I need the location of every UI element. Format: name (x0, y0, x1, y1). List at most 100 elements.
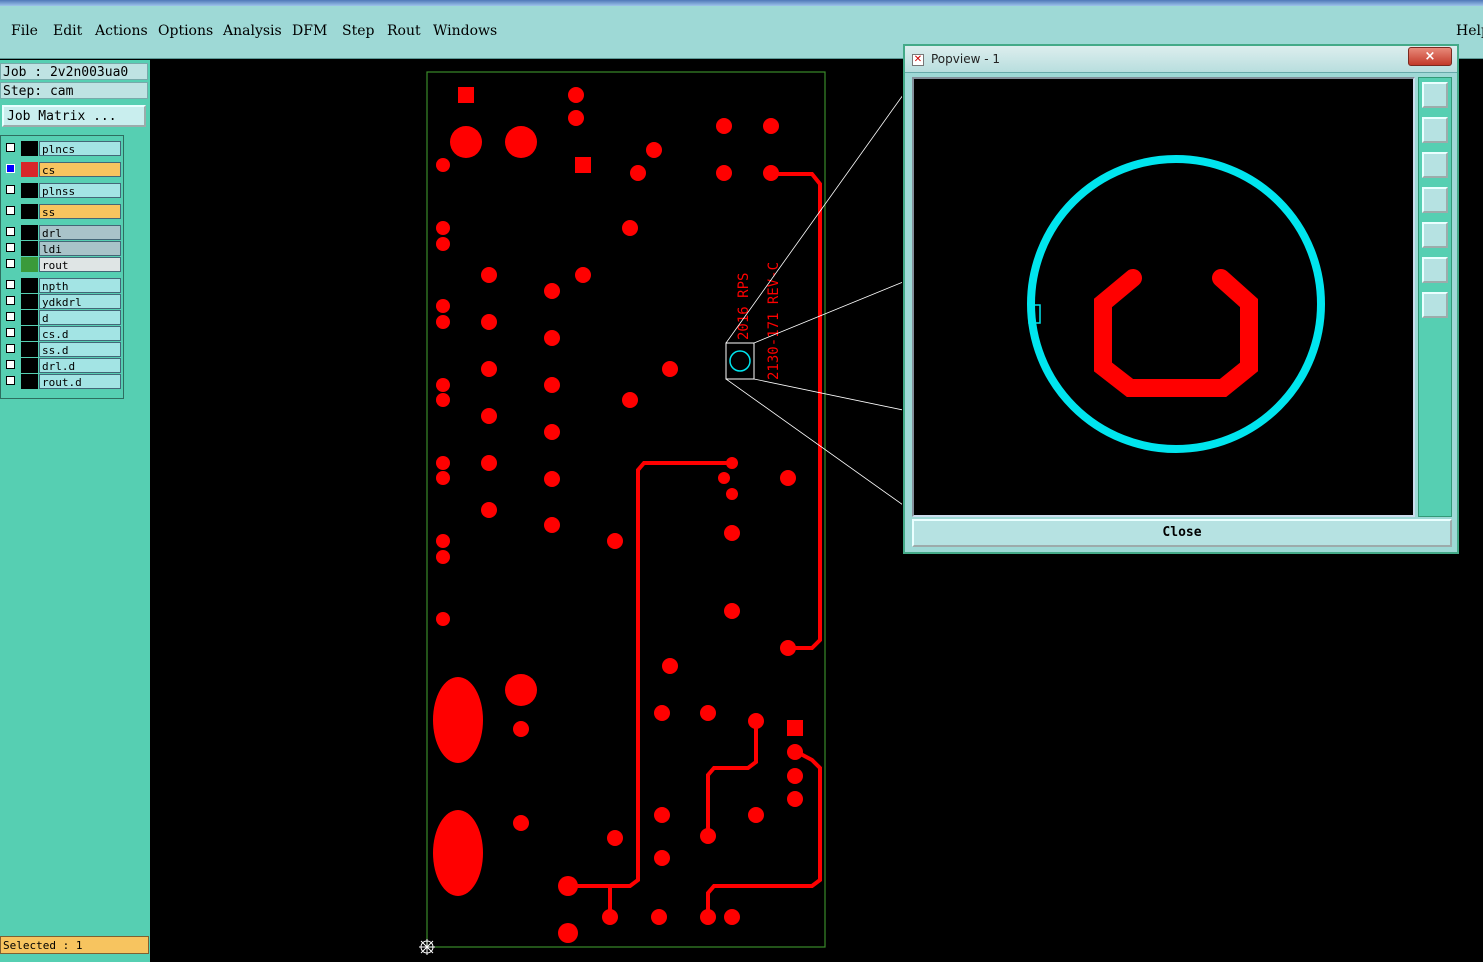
layer-color-cell[interactable] (21, 278, 38, 293)
layer-row-plnss[interactable]: plnss (4, 183, 121, 198)
popview-close-button[interactable]: Close (912, 519, 1452, 547)
layer-color-cell[interactable] (21, 374, 38, 389)
copper-pad[interactable] (787, 768, 803, 784)
oval-pad[interactable] (433, 677, 483, 763)
copper-pad[interactable] (568, 87, 584, 103)
layer-row-drl[interactable]: drl (4, 225, 121, 240)
layer-row-npth[interactable]: npth (4, 278, 121, 293)
copper-pad[interactable] (450, 126, 482, 158)
layer-color-cell[interactable] (21, 162, 38, 177)
square-pad[interactable] (787, 720, 803, 736)
copper-pad[interactable] (607, 830, 623, 846)
copper-pad[interactable] (481, 314, 497, 330)
copper-pad[interactable] (481, 267, 497, 283)
popview-titlebar[interactable]: ✕ Popview - 1 × (905, 46, 1457, 73)
layer-name[interactable]: ydkdrl (39, 294, 121, 309)
layer-checkbox[interactable] (6, 360, 15, 369)
copper-pad[interactable] (748, 807, 764, 823)
oval-pad[interactable] (433, 810, 483, 896)
popview-viewport[interactable] (912, 77, 1415, 517)
layer-checkbox[interactable] (6, 376, 15, 385)
menu-dfm[interactable]: DFM (292, 23, 327, 39)
copper-pad[interactable] (630, 165, 646, 181)
copper-pad[interactable] (558, 923, 578, 943)
menu-file[interactable]: File (11, 23, 38, 39)
zoom-in-icon[interactable] (1422, 257, 1448, 283)
layer-checkbox[interactable] (6, 243, 15, 252)
layer-color-cell[interactable] (21, 294, 38, 309)
copper-pad[interactable] (654, 850, 670, 866)
layer-color-cell[interactable] (21, 257, 38, 272)
copper-pad[interactable] (662, 361, 678, 377)
layer-name[interactable]: rout (39, 257, 121, 272)
layer-name[interactable]: cs.d (39, 326, 121, 341)
graphics-canvas[interactable]: 2016 RPS 2130-171 REV-C (152, 60, 902, 960)
layer-checkbox[interactable] (6, 344, 15, 353)
layer-checkbox[interactable] (6, 164, 15, 173)
copper-pad[interactable] (622, 392, 638, 408)
pan-up-icon[interactable] (1422, 117, 1448, 143)
copper-pad[interactable] (700, 705, 716, 721)
job-matrix-button[interactable]: Job Matrix ... (2, 105, 146, 127)
copper-pad[interactable] (654, 705, 670, 721)
copper-pad[interactable] (780, 470, 796, 486)
menu-edit[interactable]: Edit (53, 23, 82, 39)
copper-pad[interactable] (726, 488, 738, 500)
copper-pad[interactable] (607, 533, 623, 549)
layer-color-cell[interactable] (21, 241, 38, 256)
copper-pad[interactable] (724, 909, 740, 925)
layer-name[interactable]: plnss (39, 183, 121, 198)
layer-row-ss-d[interactable]: ss.d (4, 342, 121, 357)
copper-pad[interactable] (544, 377, 560, 393)
layer-name[interactable]: drl.d (39, 358, 121, 373)
layer-row-rout[interactable]: rout (4, 257, 121, 272)
menu-help[interactable]: Help (1456, 23, 1483, 39)
layer-checkbox[interactable] (6, 280, 15, 289)
copper-pad[interactable] (724, 603, 740, 619)
layer-checkbox[interactable] (6, 185, 15, 194)
pan-down-icon[interactable] (1422, 152, 1448, 178)
copper-pad[interactable] (568, 110, 584, 126)
pan-right-icon[interactable] (1422, 222, 1448, 248)
layer-name[interactable]: d (39, 310, 121, 325)
layer-color-cell[interactable] (21, 326, 38, 341)
layer-checkbox[interactable] (6, 259, 15, 268)
copper-pad[interactable] (513, 721, 529, 737)
layer-row-rout-d[interactable]: rout.d (4, 374, 121, 389)
copper-pad[interactable] (513, 815, 529, 831)
copper-pad[interactable] (544, 517, 560, 533)
layer-checkbox[interactable] (6, 227, 15, 236)
layer-name[interactable]: ldi (39, 241, 121, 256)
copper-pad[interactable] (436, 315, 450, 329)
layer-row-ydkdrl[interactable]: ydkdrl (4, 294, 121, 309)
layer-name[interactable]: cs (39, 162, 121, 177)
menu-options[interactable]: Options (158, 23, 213, 39)
copper-pad[interactable] (716, 165, 732, 181)
copper-pad[interactable] (505, 674, 537, 706)
copper-pad[interactable] (436, 456, 450, 470)
layer-row-ss[interactable]: ss (4, 204, 121, 219)
layer-checkbox[interactable] (6, 206, 15, 215)
copper-pad[interactable] (436, 378, 450, 392)
layer-name[interactable]: drl (39, 225, 121, 240)
copper-pad[interactable] (436, 550, 450, 564)
menu-rout[interactable]: Rout (387, 23, 421, 39)
layer-name[interactable]: ss (39, 204, 121, 219)
copper-pad[interactable] (544, 471, 560, 487)
copper-pad[interactable] (436, 612, 450, 626)
menu-step[interactable]: Step (342, 23, 374, 39)
layer-row-drl-d[interactable]: drl.d (4, 358, 121, 373)
layer-color-cell[interactable] (21, 141, 38, 156)
square-pad[interactable] (575, 157, 591, 173)
layer-row-cs-d[interactable]: cs.d (4, 326, 121, 341)
copper-pad[interactable] (716, 118, 732, 134)
copper-pad[interactable] (505, 126, 537, 158)
selected-pad[interactable] (729, 350, 751, 372)
layer-name[interactable]: ss.d (39, 342, 121, 357)
layer-color-cell[interactable] (21, 342, 38, 357)
menu-actions[interactable]: Actions (95, 23, 148, 39)
copper-pad[interactable] (436, 299, 450, 313)
menu-analysis[interactable]: Analysis (223, 23, 282, 39)
copper-pad[interactable] (481, 502, 497, 518)
layer-row-ldi[interactable]: ldi (4, 241, 121, 256)
